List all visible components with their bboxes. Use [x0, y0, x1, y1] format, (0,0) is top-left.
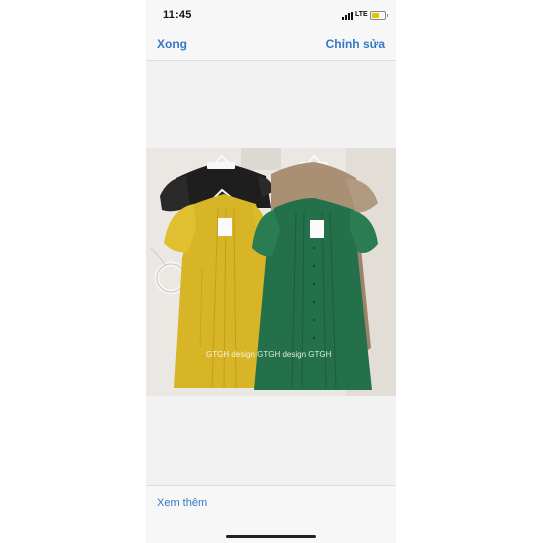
signal-icon — [342, 12, 354, 20]
bottom-toolbar: Xem thêm — [146, 485, 396, 543]
battery-icon — [370, 11, 388, 20]
image-viewer: GTGH design GTGH design GTGH — [146, 61, 396, 485]
product-photo[interactable]: GTGH design GTGH design GTGH — [146, 148, 396, 396]
status-time: 11:45 — [163, 9, 192, 21]
navigation-bar: Xong Chỉnh sửa — [146, 30, 396, 61]
status-bar: 11:45 LTE — [146, 0, 396, 30]
done-button[interactable]: Xong — [157, 37, 187, 51]
green-dress — [252, 198, 378, 390]
network-type: LTE — [355, 11, 368, 18]
home-indicator[interactable] — [226, 535, 316, 538]
edit-button[interactable]: Chỉnh sửa — [326, 37, 385, 51]
phone-screen: 11:45 LTE Xong Chỉnh sửa GTGH design GTG… — [146, 0, 396, 543]
see-more-button[interactable]: Xem thêm — [157, 497, 207, 509]
photo-watermark: GTGH design GTGH design GTGH — [206, 350, 332, 359]
